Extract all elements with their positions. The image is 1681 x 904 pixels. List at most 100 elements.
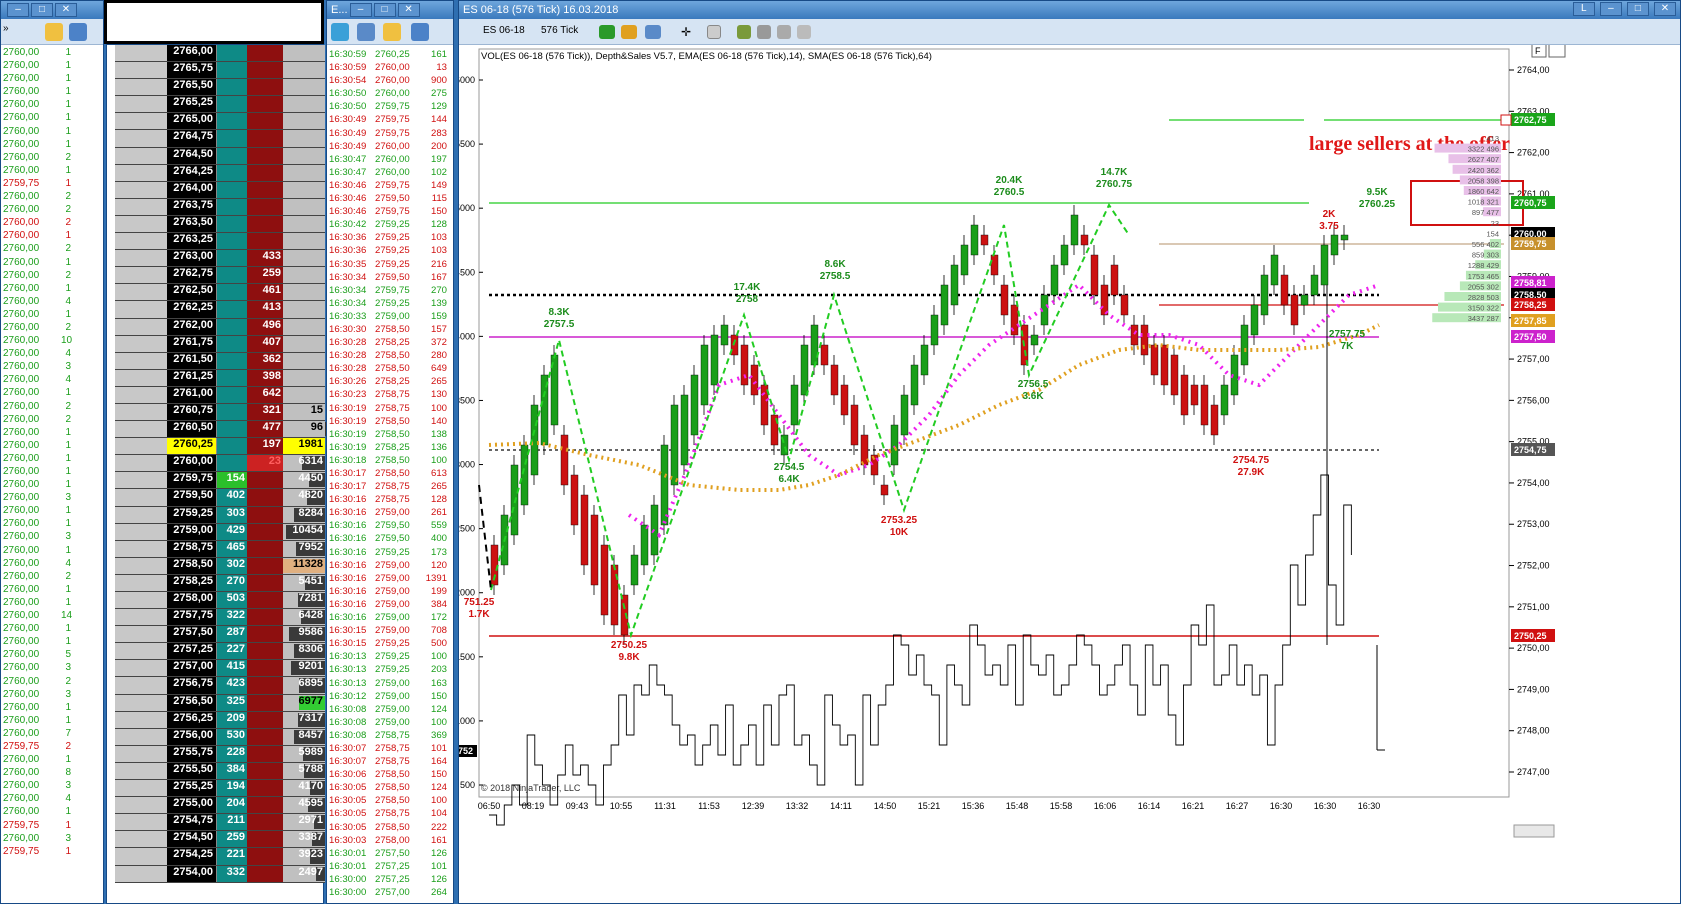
pnl-cell[interactable] bbox=[115, 198, 167, 215]
ask-cell[interactable] bbox=[247, 762, 283, 780]
ladder-row[interactable]: 2757,50 287 9586 bbox=[115, 626, 325, 644]
bid-cell[interactable] bbox=[217, 62, 247, 79]
ask-cell[interactable] bbox=[247, 164, 283, 181]
price-cell[interactable]: 2766,00 bbox=[167, 45, 217, 62]
ask-cell[interactable]: 321 bbox=[247, 403, 283, 421]
ladder-row[interactable]: 2754,50 259 3387 bbox=[115, 831, 325, 849]
bid-cell[interactable] bbox=[217, 455, 247, 472]
price-cell[interactable]: 2762,75 bbox=[167, 267, 217, 284]
ladder-row[interactable]: 2762,50 461 bbox=[115, 284, 325, 302]
pnl-cell[interactable] bbox=[115, 233, 167, 250]
ask-cell[interactable] bbox=[247, 130, 283, 147]
ask-cell[interactable]: 362 bbox=[247, 352, 283, 369]
ladder-row[interactable]: 2757,25 227 8306 bbox=[115, 643, 325, 661]
ask-cell[interactable] bbox=[247, 780, 283, 797]
bid-cell[interactable]: 465 bbox=[217, 540, 247, 557]
price-cell[interactable]: 2762,25 bbox=[167, 301, 217, 318]
pnl-cell[interactable] bbox=[115, 215, 167, 233]
price-cell[interactable]: 2761,75 bbox=[167, 335, 217, 352]
ladder-row[interactable]: 2758,50 302 11328 bbox=[115, 557, 325, 575]
bid-cell[interactable] bbox=[217, 284, 247, 301]
bid-cell[interactable]: 204 bbox=[217, 797, 247, 814]
ladder-row[interactable]: 2765,50 bbox=[115, 79, 325, 97]
ladder-row[interactable]: 2760,50 477 96 bbox=[115, 421, 325, 439]
minimize-button[interactable]: – bbox=[349, 3, 372, 17]
ladder-row[interactable]: 2760,00 23 6314 bbox=[115, 455, 325, 473]
pnl-cell[interactable] bbox=[115, 45, 167, 62]
price-cell[interactable]: 2759,00 bbox=[167, 523, 217, 540]
bid-cell[interactable] bbox=[217, 335, 247, 352]
ask-cell[interactable] bbox=[247, 848, 283, 865]
maximize-button[interactable]: □ bbox=[1626, 2, 1649, 16]
ask-cell[interactable] bbox=[247, 643, 283, 660]
pnl-cell[interactable] bbox=[115, 335, 167, 352]
pnl-cell[interactable] bbox=[115, 762, 167, 780]
price-cell[interactable]: 2757,25 bbox=[167, 643, 217, 660]
ask-cell[interactable]: 461 bbox=[247, 284, 283, 301]
price-cell[interactable]: 2764,25 bbox=[167, 164, 217, 181]
pnl-cell[interactable] bbox=[115, 472, 167, 489]
ladder-row[interactable]: 2758,75 465 7952 bbox=[115, 540, 325, 558]
bid-cell[interactable]: 154 bbox=[217, 472, 247, 489]
ask-cell[interactable] bbox=[247, 626, 283, 643]
maximize-button[interactable]: □ bbox=[373, 3, 396, 17]
ladder-row[interactable]: 2754,75 211 2971 bbox=[115, 814, 325, 832]
ladder-row[interactable]: 2755,50 384 5788 bbox=[115, 762, 325, 781]
ask-cell[interactable]: 433 bbox=[247, 250, 283, 267]
price-cell[interactable]: 2763,00 bbox=[167, 250, 217, 267]
price-cell[interactable]: 2763,50 bbox=[167, 215, 217, 233]
ask-cell[interactable] bbox=[247, 797, 283, 814]
ask-cell[interactable]: 642 bbox=[247, 386, 283, 403]
zoom-icon[interactable] bbox=[707, 25, 721, 39]
bid-cell[interactable] bbox=[217, 267, 247, 284]
ask-cell[interactable] bbox=[247, 814, 283, 831]
price-cell[interactable]: 2754,00 bbox=[167, 865, 217, 882]
chart-style-icon[interactable] bbox=[599, 25, 615, 39]
price-cell[interactable]: 2755,50 bbox=[167, 762, 217, 780]
pnl-cell[interactable] bbox=[115, 455, 167, 472]
ladder-row[interactable]: 2759,50 402 4820 bbox=[115, 489, 325, 507]
bid-cell[interactable] bbox=[217, 147, 247, 164]
close-button[interactable]: ✕ bbox=[397, 3, 420, 17]
bid-cell[interactable]: 530 bbox=[217, 728, 247, 745]
ask-cell[interactable] bbox=[247, 96, 283, 113]
minimize-button[interactable]: – bbox=[1599, 2, 1622, 16]
ladder-row[interactable]: 2765,75 bbox=[115, 62, 325, 80]
price-cell[interactable]: 2764,00 bbox=[167, 181, 217, 198]
minimize-button[interactable]: – bbox=[7, 3, 29, 17]
pnl-cell[interactable] bbox=[115, 147, 167, 164]
pnl-cell[interactable] bbox=[115, 745, 167, 762]
ladder-row[interactable]: 2756,50 325 6977 bbox=[115, 694, 325, 712]
ask-cell[interactable]: 407 bbox=[247, 335, 283, 352]
ladder-row[interactable]: 2756,00 530 8457 bbox=[115, 728, 325, 746]
ask-cell[interactable]: 197 bbox=[247, 438, 283, 455]
pnl-cell[interactable] bbox=[115, 506, 167, 523]
pnl-cell[interactable] bbox=[115, 780, 167, 797]
ladder-row[interactable]: 2756,25 209 7317 bbox=[115, 711, 325, 729]
ladder-row[interactable]: 2762,25 413 bbox=[115, 301, 325, 319]
ladder-row[interactable]: 2754,00 332 2497 bbox=[115, 865, 325, 883]
ladder-row[interactable]: 2761,00 642 bbox=[115, 386, 325, 404]
price-cell[interactable]: 2758,50 bbox=[167, 557, 217, 574]
ladder-row[interactable]: 2756,75 423 6895 bbox=[115, 677, 325, 695]
ladder-row[interactable]: 2757,75 322 6428 bbox=[115, 609, 325, 627]
pnl-cell[interactable] bbox=[115, 489, 167, 506]
price-cell[interactable]: 2758,25 bbox=[167, 574, 217, 591]
pnl-cell[interactable] bbox=[115, 609, 167, 626]
interval-select[interactable]: 576 Tick bbox=[541, 25, 578, 36]
ask-cell[interactable] bbox=[247, 62, 283, 79]
price-cell[interactable]: 2756,00 bbox=[167, 728, 217, 745]
bid-cell[interactable] bbox=[217, 403, 247, 421]
price-cell[interactable]: 2762,50 bbox=[167, 284, 217, 301]
pnl-cell[interactable] bbox=[115, 831, 167, 848]
ask-cell[interactable] bbox=[247, 592, 283, 609]
pnl-cell[interactable] bbox=[115, 181, 167, 198]
ladder-row[interactable]: 2763,25 bbox=[115, 233, 325, 251]
ladder-row[interactable]: 2759,00 429 10454 bbox=[115, 523, 325, 541]
price-cell[interactable]: 2759,50 bbox=[167, 489, 217, 506]
pnl-cell[interactable] bbox=[115, 96, 167, 113]
ask-cell[interactable] bbox=[247, 540, 283, 557]
price-cell[interactable]: 2754,50 bbox=[167, 831, 217, 848]
pnl-cell[interactable] bbox=[115, 592, 167, 609]
price-cell[interactable]: 2763,25 bbox=[167, 233, 217, 250]
